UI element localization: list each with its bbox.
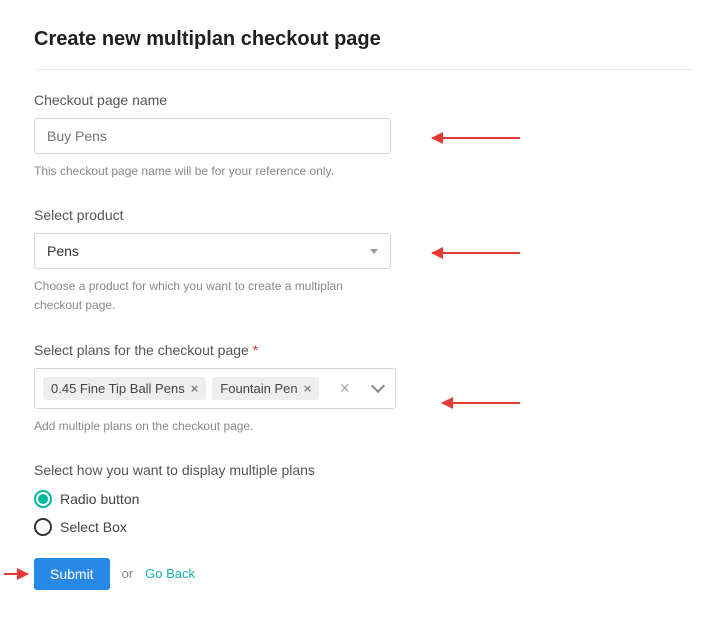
- arrow-icon: [432, 137, 520, 139]
- multiselect-controls: ×: [329, 369, 395, 408]
- go-back-link[interactable]: Go Back: [145, 566, 195, 581]
- plans-label: Select plans for the checkout page *: [34, 342, 692, 358]
- arrow-icon: [442, 402, 520, 404]
- checkout-name-help: This checkout page name will be for your…: [34, 162, 394, 181]
- checkout-name-input[interactable]: [34, 118, 391, 154]
- open-dropdown[interactable]: [361, 385, 395, 391]
- or-text: or: [122, 566, 134, 581]
- radio-group: Radio button Select Box: [34, 490, 692, 536]
- plans-label-text: Select plans for the checkout page: [34, 342, 249, 358]
- tag-remove-icon[interactable]: ×: [191, 381, 199, 396]
- tag-item: 0.45 Fine Tip Ball Pens ×: [43, 377, 206, 400]
- tags-area: 0.45 Fine Tip Ball Pens × Fountain Pen ×: [35, 369, 329, 408]
- divider: [34, 69, 692, 70]
- caret-down-icon: [370, 249, 378, 254]
- display-group: Select how you want to display multiple …: [34, 462, 692, 536]
- checkout-name-group: Checkout page name This checkout page na…: [34, 92, 692, 181]
- radio-icon: [34, 490, 52, 508]
- product-group: Select product Pens Choose a product for…: [34, 207, 692, 315]
- required-mark: *: [253, 342, 258, 358]
- radio-icon: [34, 518, 52, 536]
- tag-item: Fountain Pen ×: [212, 377, 319, 400]
- tag-label: 0.45 Fine Tip Ball Pens: [51, 381, 185, 396]
- submit-button[interactable]: Submit: [34, 558, 110, 590]
- arrow-icon: [432, 252, 520, 254]
- product-select[interactable]: Pens: [34, 233, 391, 269]
- plans-help: Add multiple plans on the checkout page.: [34, 417, 394, 436]
- page-title: Create new multiplan checkout page: [34, 28, 692, 51]
- tag-label: Fountain Pen: [220, 381, 297, 396]
- clear-all-icon[interactable]: ×: [329, 378, 360, 399]
- plans-multiselect[interactable]: 0.45 Fine Tip Ball Pens × Fountain Pen ×…: [34, 368, 396, 409]
- product-help: Choose a product for which you want to c…: [34, 277, 394, 315]
- arrow-icon: [4, 573, 28, 575]
- radio-option-select[interactable]: Select Box: [34, 518, 692, 536]
- chevron-down-icon: [371, 379, 385, 393]
- plans-group: Select plans for the checkout page * 0.4…: [34, 342, 692, 436]
- checkout-name-label: Checkout page name: [34, 92, 692, 108]
- radio-label-text: Select Box: [60, 519, 127, 535]
- radio-label-text: Radio button: [60, 491, 139, 507]
- radio-option-radio[interactable]: Radio button: [34, 490, 692, 508]
- product-label: Select product: [34, 207, 692, 223]
- actions-row: Submit or Go Back: [34, 558, 692, 590]
- display-label: Select how you want to display multiple …: [34, 462, 692, 478]
- tag-remove-icon[interactable]: ×: [304, 381, 312, 396]
- product-value: Pens: [47, 243, 370, 259]
